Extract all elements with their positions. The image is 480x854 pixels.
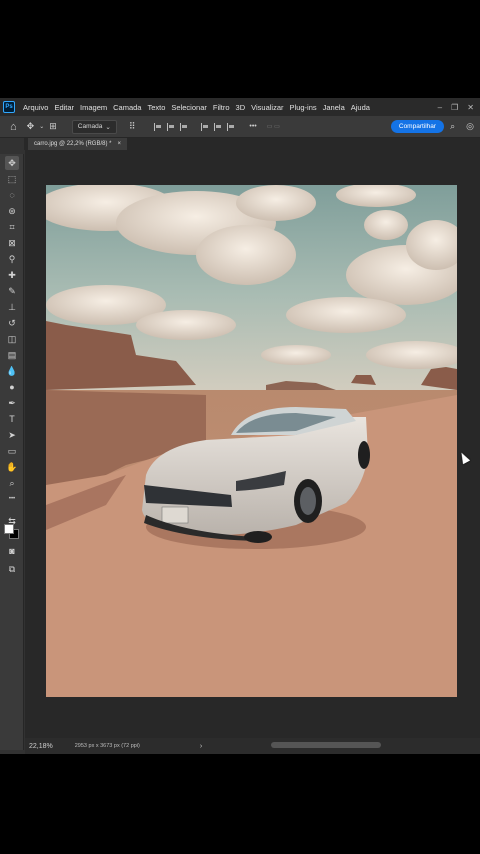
healing-brush-tool-icon[interactable]: ✚ <box>5 268 19 282</box>
maximize-button[interactable]: ❐ <box>451 103 458 112</box>
document-tab-bar: carro.jpg @ 22,2% (RGB/8) * × <box>24 138 480 150</box>
close-tab-icon[interactable]: × <box>117 141 121 147</box>
auto-select-dropdown[interactable]: Camada ⌄ <box>71 119 117 134</box>
document-dimensions: 2953 px x 3673 px (72 ppi) <box>74 743 140 749</box>
gradient-tool-icon[interactable]: ▤ <box>5 348 19 362</box>
workspace-icon[interactable]: ◎ <box>466 121 474 132</box>
brush-tool-icon[interactable]: ✎ <box>5 284 19 298</box>
marquee-tool-icon[interactable]: ⬚ <box>5 172 19 186</box>
menu-bar: Ps Arquivo Editar Imagem Camada Texto Se… <box>0 98 480 116</box>
zoom-level[interactable]: 22,18% <box>29 743 53 750</box>
minimize-button[interactable]: – <box>438 103 442 112</box>
more-tools-icon[interactable]: ••• <box>5 492 19 506</box>
menu-camada[interactable]: Camada <box>110 103 144 112</box>
document-tab[interactable]: carro.jpg @ 22,2% (RGB/8) * × <box>28 138 127 150</box>
eraser-tool-icon[interactable]: ◫ <box>5 332 19 346</box>
screen-mode-icon[interactable]: ⧉ <box>5 562 19 576</box>
options-bar: ⌂ ✥ ⌄ ⊞ Camada ⌄ ⠿ ••• ▭ ▭ Compartilhar … <box>0 116 480 138</box>
share-button[interactable]: Compartilhar <box>390 120 445 133</box>
document-image[interactable] <box>46 185 457 697</box>
blur-tool-icon[interactable]: 💧 <box>5 364 19 378</box>
close-button[interactable]: ✕ <box>467 103 474 112</box>
horizontal-scrollbar[interactable] <box>271 742 381 748</box>
document-tab-title: carro.jpg @ 22,2% (RGB/8) * <box>34 141 112 147</box>
move-tool-icon[interactable]: ✥ <box>27 121 35 132</box>
canvas-area[interactable] <box>25 150 480 738</box>
menu-3d[interactable]: 3D <box>233 103 249 112</box>
more-options-icon[interactable]: ••• <box>249 123 256 130</box>
menu-imagem[interactable]: Imagem <box>77 103 110 112</box>
menu-filtro[interactable]: Filtro <box>210 103 233 112</box>
crop-tool-icon[interactable]: ⌗ <box>5 220 19 234</box>
align-bottom-icon[interactable] <box>227 122 235 131</box>
menu-editar[interactable]: Editar <box>51 103 77 112</box>
align-top-icon[interactable] <box>201 122 209 131</box>
menu-plugins[interactable]: Plug-ins <box>287 103 320 112</box>
align-middle-icon[interactable] <box>214 122 222 131</box>
search-icon[interactable]: ⌕ <box>450 121 455 132</box>
layer-select-value: Camada <box>77 123 103 130</box>
stamp-tool-icon[interactable]: ⊥ <box>5 300 19 314</box>
mode-3d-label: ▭ ▭ <box>266 124 280 130</box>
chevron-down-icon[interactable]: ⌄ <box>39 123 44 130</box>
menu-selecionar[interactable]: Selecionar <box>168 103 209 112</box>
pen-tool-icon[interactable]: ✒ <box>5 396 19 410</box>
dodge-tool-icon[interactable]: ● <box>5 380 19 394</box>
type-tool-icon[interactable]: T <box>5 412 19 426</box>
menu-ajuda[interactable]: Ajuda <box>348 103 373 112</box>
tools-panel: ✥ ⬚ ◌ ⊛ ⌗ ⊠ ⚲ ✚ ✎ ⊥ ↺ ◫ ▤ 💧 ● ✒ T ➤ ▭ ✋ ⌕ ••• ⇆ ◙ ⧉ <box>0 154 24 750</box>
move-tool-icon[interactable]: ✥ <box>5 156 19 170</box>
frame-tool-icon[interactable]: ⊠ <box>5 236 19 250</box>
foreground-color-swatch[interactable] <box>4 524 14 534</box>
window-controls: – ❐ ✕ <box>438 103 480 112</box>
lasso-tool-icon[interactable]: ◌ <box>5 188 19 202</box>
quick-select-tool-icon[interactable]: ⊛ <box>5 204 19 218</box>
transform-controls-icon[interactable]: ⠿ <box>129 121 136 132</box>
path-select-tool-icon[interactable]: ➤ <box>5 428 19 442</box>
menu-texto[interactable]: Texto <box>144 103 168 112</box>
shape-tool-icon[interactable]: ▭ <box>5 444 19 458</box>
menu-arquivo[interactable]: Arquivo <box>20 103 51 112</box>
status-bar: 22,18% 2953 px x 3673 px (72 ppi) › <box>25 738 480 754</box>
history-brush-tool-icon[interactable]: ↺ <box>5 316 19 330</box>
menu-janela[interactable]: Janela <box>320 103 348 112</box>
chevron-down-icon: ⌄ <box>105 123 111 131</box>
align-right-icon[interactable] <box>180 122 188 131</box>
home-icon[interactable]: ⌂ <box>10 121 17 133</box>
eyedropper-tool-icon[interactable]: ⚲ <box>5 252 19 266</box>
align-center-icon[interactable] <box>167 122 175 131</box>
photoshop-window: Ps Arquivo Editar Imagem Camada Texto Se… <box>0 98 480 754</box>
align-left-icon[interactable] <box>154 122 162 131</box>
status-menu-arrow-icon[interactable]: › <box>200 743 202 750</box>
zoom-tool-icon[interactable]: ⌕ <box>5 476 19 490</box>
photoshop-logo-icon: Ps <box>3 101 15 113</box>
quick-mask-icon[interactable]: ◙ <box>5 544 19 558</box>
hand-tool-icon[interactable]: ✋ <box>5 460 19 474</box>
auto-select-icon[interactable]: ⊞ <box>49 121 57 132</box>
menu-visualizar[interactable]: Visualizar <box>248 103 286 112</box>
align-buttons <box>154 122 235 131</box>
car-photo <box>46 185 457 697</box>
